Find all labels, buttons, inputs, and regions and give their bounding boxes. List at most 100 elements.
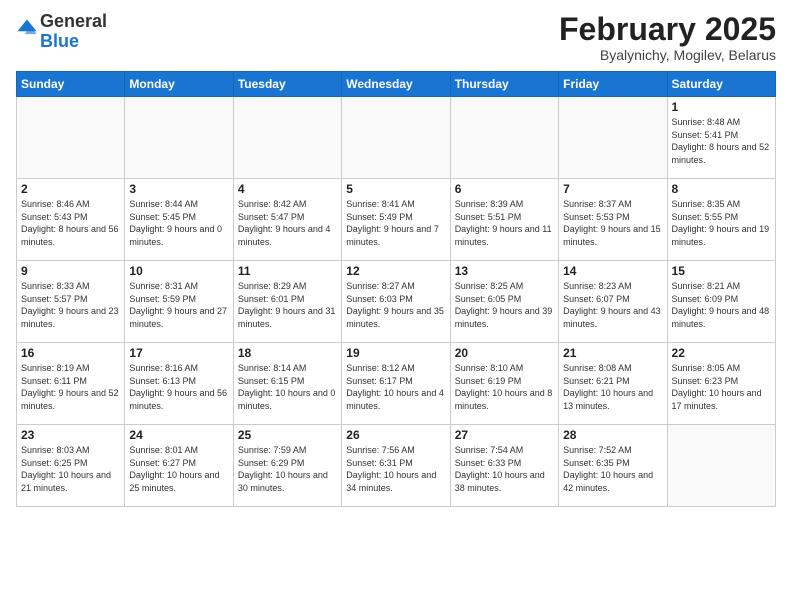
day-number: 22 [672,346,771,360]
logo: General Blue [16,12,107,52]
day-number: 19 [346,346,445,360]
day-info: Sunrise: 8:21 AM Sunset: 6:09 PM Dayligh… [672,280,771,330]
table-row: 28 Sunrise: 7:52 AM Sunset: 6:35 PM Dayli… [559,425,667,507]
day-number: 25 [238,428,337,442]
day-info: Sunrise: 8:48 AM Sunset: 5:41 PM Dayligh… [672,116,771,166]
day-info: Sunrise: 8:25 AM Sunset: 6:05 PM Dayligh… [455,280,554,330]
table-row: 22 Sunrise: 8:05 AM Sunset: 6:23 PM Dayli… [667,343,775,425]
calendar-week-row: 2Sunrise: 8:46 AM Sunset: 5:43 PM Daylig… [17,179,776,261]
day-info: Sunrise: 8:33 AM Sunset: 5:57 PM Dayligh… [21,280,120,330]
calendar: Sunday Monday Tuesday Wednesday Thursday… [16,71,776,507]
day-number: 7 [563,182,662,196]
table-row: 25 Sunrise: 7:59 AM Sunset: 6:29 PM Dayli… [233,425,341,507]
table-row: 17 Sunrise: 8:16 AM Sunset: 6:13 PM Dayli… [125,343,233,425]
calendar-week-row: 1 Sunrise: 8:48 AM Sunset: 5:41 PM Daylig… [17,97,776,179]
day-number: 8 [672,182,771,196]
table-row [667,425,775,507]
day-number: 3 [129,182,228,196]
day-info: Sunrise: 8:27 AM Sunset: 6:03 PM Dayligh… [346,280,445,330]
header: General Blue February 2025 Byalynichy, M… [16,12,776,63]
table-row: 3 Sunrise: 8:44 AM Sunset: 5:45 PM Daylig… [125,179,233,261]
table-row [233,97,341,179]
day-info: Sunrise: 8:19 AM Sunset: 6:11 PM Dayligh… [21,362,120,412]
day-info: Sunrise: 8:01 AM Sunset: 6:27 PM Dayligh… [129,444,228,494]
logo-line1: General [40,12,107,32]
table-row [125,97,233,179]
day-info: Sunrise: 8:41 AM Sunset: 5:49 PM Dayligh… [346,198,445,248]
day-info: Sunrise: 7:59 AM Sunset: 6:29 PM Dayligh… [238,444,337,494]
header-monday: Monday [125,72,233,97]
table-row: 11 Sunrise: 8:29 AM Sunset: 6:01 PM Dayli… [233,261,341,343]
day-number: 24 [129,428,228,442]
day-number: 13 [455,264,554,278]
day-number: 26 [346,428,445,442]
day-info: Sunrise: 8:44 AM Sunset: 5:45 PM Dayligh… [129,198,228,248]
day-number: 15 [672,264,771,278]
day-number: 17 [129,346,228,360]
day-info: Sunrise: 8:16 AM Sunset: 6:13 PM Dayligh… [129,362,228,412]
table-row: 6Sunrise: 8:39 AM Sunset: 5:51 PM Daylig… [450,179,558,261]
table-row: 14 Sunrise: 8:23 AM Sunset: 6:07 PM Dayli… [559,261,667,343]
day-info: Sunrise: 8:29 AM Sunset: 6:01 PM Dayligh… [238,280,337,330]
header-sunday: Sunday [17,72,125,97]
table-row: 1 Sunrise: 8:48 AM Sunset: 5:41 PM Daylig… [667,97,775,179]
month-title: February 2025 [559,12,776,47]
day-number: 9 [21,264,120,278]
table-row: 27Sunrise: 7:54 AM Sunset: 6:33 PM Dayli… [450,425,558,507]
calendar-week-row: 16 Sunrise: 8:19 AM Sunset: 6:11 PM Dayli… [17,343,776,425]
day-info: Sunrise: 7:52 AM Sunset: 6:35 PM Dayligh… [563,444,662,494]
day-number: 12 [346,264,445,278]
day-info: Sunrise: 8:08 AM Sunset: 6:21 PM Dayligh… [563,362,662,412]
day-number: 4 [238,182,337,196]
table-row: 18Sunrise: 8:14 AM Sunset: 6:15 PM Dayli… [233,343,341,425]
day-info: Sunrise: 8:37 AM Sunset: 5:53 PM Dayligh… [563,198,662,248]
day-number: 20 [455,346,554,360]
calendar-week-row: 9 Sunrise: 8:33 AM Sunset: 5:57 PM Daylig… [17,261,776,343]
day-number: 14 [563,264,662,278]
table-row: 26 Sunrise: 7:56 AM Sunset: 6:31 PM Dayli… [342,425,450,507]
table-row: 21 Sunrise: 8:08 AM Sunset: 6:21 PM Dayli… [559,343,667,425]
table-row: 8 Sunrise: 8:35 AM Sunset: 5:55 PM Daylig… [667,179,775,261]
day-number: 2 [21,182,120,196]
day-info: Sunrise: 8:39 AM Sunset: 5:51 PM Dayligh… [455,198,554,248]
table-row: 7 Sunrise: 8:37 AM Sunset: 5:53 PM Daylig… [559,179,667,261]
header-friday: Friday [559,72,667,97]
day-info: Sunrise: 7:56 AM Sunset: 6:31 PM Dayligh… [346,444,445,494]
header-tuesday: Tuesday [233,72,341,97]
table-row [17,97,125,179]
day-number: 27 [455,428,554,442]
day-info: Sunrise: 8:10 AM Sunset: 6:19 PM Dayligh… [455,362,554,412]
day-info: Sunrise: 8:05 AM Sunset: 6:23 PM Dayligh… [672,362,771,412]
table-row: 19 Sunrise: 8:12 AM Sunset: 6:17 PM Dayli… [342,343,450,425]
table-row: 16 Sunrise: 8:19 AM Sunset: 6:11 PM Dayli… [17,343,125,425]
logo-text: General Blue [40,12,107,52]
day-number: 1 [672,100,771,114]
day-info: Sunrise: 8:35 AM Sunset: 5:55 PM Dayligh… [672,198,771,248]
page: General Blue February 2025 Byalynichy, M… [0,0,792,612]
location-subtitle: Byalynichy, Mogilev, Belarus [559,47,776,63]
table-row: 5 Sunrise: 8:41 AM Sunset: 5:49 PM Daylig… [342,179,450,261]
day-info: Sunrise: 8:23 AM Sunset: 6:07 PM Dayligh… [563,280,662,330]
logo-line2: Blue [40,32,107,52]
table-row: 20 Sunrise: 8:10 AM Sunset: 6:19 PM Dayli… [450,343,558,425]
table-row: 9 Sunrise: 8:33 AM Sunset: 5:57 PM Daylig… [17,261,125,343]
table-row: 24 Sunrise: 8:01 AM Sunset: 6:27 PM Dayli… [125,425,233,507]
header-wednesday: Wednesday [342,72,450,97]
header-saturday: Saturday [667,72,775,97]
table-row: 13 Sunrise: 8:25 AM Sunset: 6:05 PM Dayli… [450,261,558,343]
table-row: 4 Sunrise: 8:42 AM Sunset: 5:47 PM Daylig… [233,179,341,261]
day-number: 5 [346,182,445,196]
day-number: 21 [563,346,662,360]
day-number: 16 [21,346,120,360]
day-number: 10 [129,264,228,278]
day-number: 28 [563,428,662,442]
day-number: 11 [238,264,337,278]
table-row: 12 Sunrise: 8:27 AM Sunset: 6:03 PM Dayli… [342,261,450,343]
day-info: Sunrise: 8:14 AM Sunset: 6:15 PM Dayligh… [238,362,337,412]
day-info: Sunrise: 8:12 AM Sunset: 6:17 PM Dayligh… [346,362,445,412]
day-info: Sunrise: 8:42 AM Sunset: 5:47 PM Dayligh… [238,198,337,248]
day-number: 23 [21,428,120,442]
header-thursday: Thursday [450,72,558,97]
day-info: Sunrise: 8:03 AM Sunset: 6:25 PM Dayligh… [21,444,120,494]
table-row: 23 Sunrise: 8:03 AM Sunset: 6:25 PM Dayli… [17,425,125,507]
